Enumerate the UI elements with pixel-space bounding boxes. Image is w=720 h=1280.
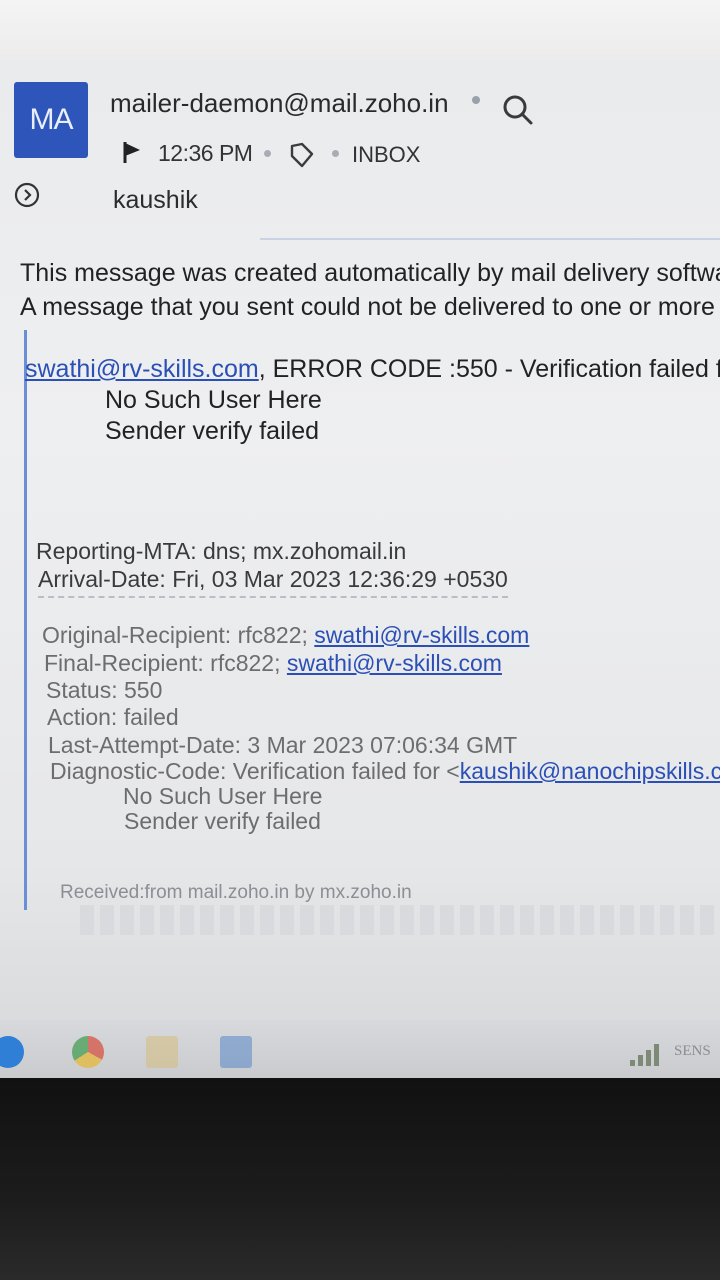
- search-icon[interactable]: [500, 92, 536, 128]
- arrival-date: Arrival-Date: Fri, 03 Mar 2023 12:36:29 …: [38, 562, 508, 598]
- final-recipient-link[interactable]: swathi@rv-skills.com: [287, 650, 502, 676]
- diagnostic-detail: Sender verify failed: [124, 808, 321, 834]
- tag-icon[interactable]: [286, 140, 316, 170]
- email-time: 12:36 PM: [158, 140, 253, 166]
- intro-line: A message that you sent could not be del…: [20, 293, 715, 321]
- taskbar: [0, 1020, 720, 1078]
- header-divider: [260, 238, 720, 240]
- email-screen: MA mailer-daemon@mail.zoho.in 12:36 PM I…: [0, 0, 720, 1078]
- error-line: swathi@rv-skills.com, ERROR CODE :550 - …: [25, 352, 720, 386]
- error-text: , ERROR CODE :550 - Verification failed …: [258, 355, 720, 383]
- diagnostic-address-link[interactable]: kaushik@nanochipskills.com: [460, 758, 720, 784]
- recipient-name[interactable]: kaushik: [113, 186, 198, 215]
- monitor-bezel: [0, 1078, 720, 1280]
- flag-icon[interactable]: [122, 140, 142, 164]
- separator-dot: [332, 150, 339, 157]
- error-detail: No Such User Here: [105, 386, 322, 414]
- tray-label: SENS: [674, 1043, 711, 1059]
- expand-details-icon[interactable]: [14, 182, 40, 208]
- original-recipient-link[interactable]: swathi@rv-skills.com: [314, 622, 529, 648]
- original-recipient-label: Original-Recipient: rfc822;: [42, 622, 315, 648]
- intro-line: This message was created automatically b…: [20, 259, 720, 287]
- folder-label[interactable]: INBOX: [352, 142, 420, 168]
- folder-icon[interactable]: [146, 1036, 178, 1068]
- error-detail: Sender verify failed: [105, 417, 320, 445]
- separator-dot: [264, 150, 271, 157]
- sender-avatar: MA: [14, 82, 88, 158]
- blurred-text: [80, 905, 720, 935]
- top-toolbar-area: [0, 0, 720, 60]
- word-icon[interactable]: [220, 1036, 252, 1068]
- sender-address[interactable]: mailer-daemon@mail.zoho.in: [110, 88, 449, 119]
- quote-bar: [24, 330, 27, 910]
- separator-dot: [472, 96, 480, 104]
- chrome-icon[interactable]: [72, 1036, 104, 1068]
- signal-icon[interactable]: [628, 1040, 662, 1068]
- error-address-link[interactable]: swathi@rv-skills.com: [25, 355, 259, 383]
